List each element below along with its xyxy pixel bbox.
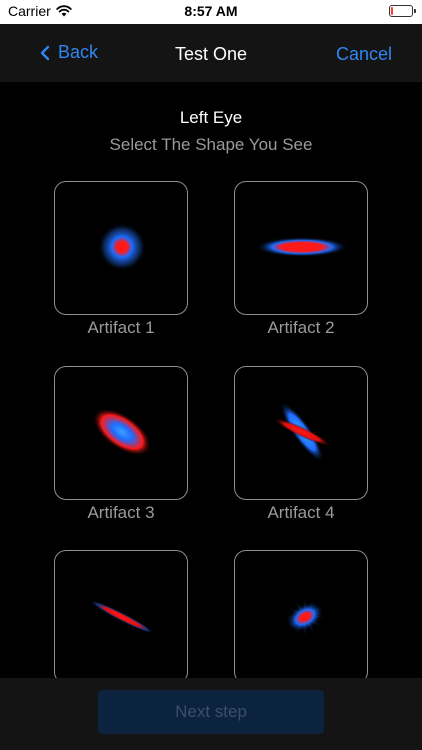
artifact-tile-4[interactable] — [234, 366, 368, 500]
instruction-text: Select The Shape You See — [109, 135, 313, 154]
artifact-tile-1[interactable] — [54, 181, 188, 315]
battery-cap — [414, 9, 416, 13]
eye-title: Left Eye — [179, 108, 243, 127]
status-bar: Carrier 8:57 AM — [0, 0, 422, 24]
diagonal-line-artifact-icon — [89, 600, 155, 634]
navigation-bar: Back Test One Cancel — [0, 24, 422, 82]
artifact-label-2: Artifact 2 — [267, 318, 335, 337]
artifact-label-4: Artifact 4 — [267, 503, 335, 522]
battery-icon — [389, 5, 416, 17]
cross-streak-artifact-icon — [272, 402, 332, 462]
artifact-label-1: Artifact 1 — [87, 318, 155, 337]
battery-level — [391, 7, 393, 15]
cancel-button[interactable]: Cancel — [336, 44, 392, 65]
artifact-tile-6[interactable] — [234, 550, 368, 684]
artifact-tile-5[interactable] — [54, 550, 188, 684]
horizontal-streak-artifact-icon — [256, 237, 348, 257]
next-step-button[interactable]: Next step — [98, 690, 324, 734]
artifact-label-3: Artifact 3 — [87, 503, 155, 522]
artifact-tile-2[interactable] — [234, 181, 368, 315]
diagonal-oval-artifact-icon — [92, 408, 152, 456]
screen: Carrier 8:57 AM Back Test One Cancel Lef… — [0, 0, 422, 750]
round-blur-artifact-icon — [98, 223, 146, 271]
star-burst-artifact-icon — [283, 595, 327, 639]
clock: 8:57 AM — [184, 3, 238, 19]
bottom-bar: Next step — [0, 678, 422, 750]
artifact-tile-3[interactable] — [54, 366, 188, 500]
